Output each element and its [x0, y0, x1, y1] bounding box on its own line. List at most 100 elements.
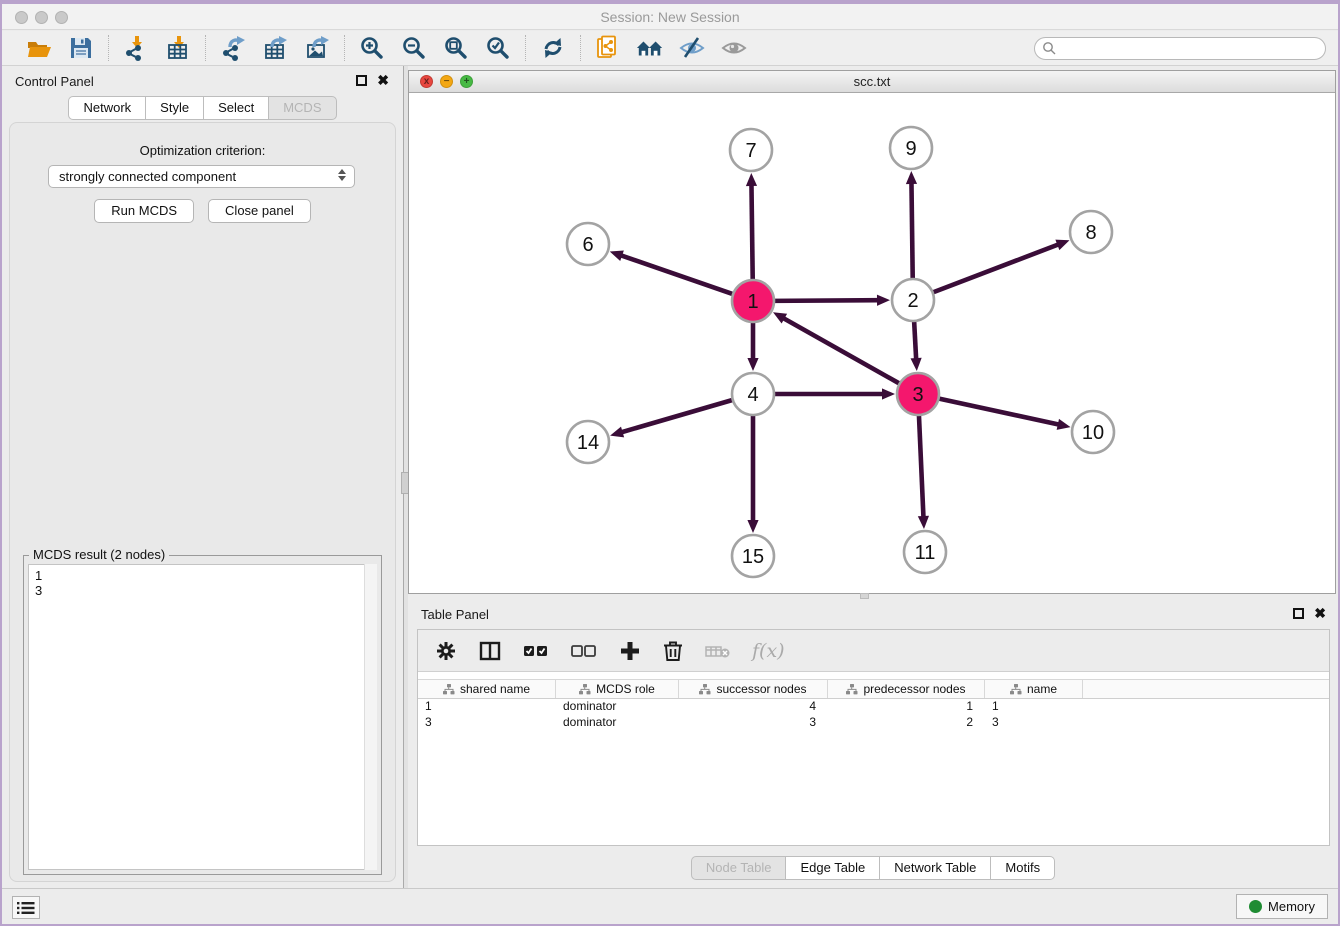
table-settings-button[interactable]: [434, 639, 458, 663]
close-panel-button[interactable]: Close panel: [208, 199, 311, 223]
zoom-fit-button[interactable]: [442, 34, 470, 62]
delete-table-icon: [704, 639, 732, 663]
control-panel-tabs: NetworkStyleSelectMCDS: [2, 96, 403, 120]
node-table-container: f(x) shared nameMCDS rolesuccessor nodes…: [417, 629, 1330, 846]
arrowhead-2-9: [906, 171, 917, 184]
node-label-6: 6: [582, 234, 593, 256]
task-history-button[interactable]: [12, 896, 40, 919]
export-image-button[interactable]: [303, 34, 331, 62]
float-panel-icon[interactable]: [356, 75, 367, 86]
cell-MCDS-role: dominator: [556, 699, 679, 715]
deselect-all-button[interactable]: [570, 639, 598, 663]
split-panel-button[interactable]: [478, 639, 502, 663]
arrowhead-2-8: [1055, 240, 1069, 250]
tab-network-table[interactable]: Network Table: [879, 856, 990, 880]
edge-3-10[interactable]: [939, 398, 1060, 424]
arrowhead-4-3: [882, 388, 895, 399]
hide-selected-button[interactable]: [678, 34, 706, 62]
close-panel-icon[interactable]: ✖: [377, 72, 389, 89]
first-neighbors-button[interactable]: [636, 34, 664, 62]
export-network-icon: [220, 35, 246, 61]
table-toolbar: f(x): [418, 630, 1329, 672]
refresh-button[interactable]: [539, 34, 567, 62]
criterion-dropdown[interactable]: strongly connected component: [48, 165, 355, 188]
close-table-panel-icon[interactable]: ✖: [1314, 605, 1326, 622]
tab-select[interactable]: Select: [203, 96, 268, 120]
main-toolbar: [2, 31, 1338, 66]
tab-node-table[interactable]: Node Table: [691, 856, 786, 880]
cell-name: 3: [985, 715, 1083, 731]
search-input[interactable]: [1057, 42, 1307, 56]
table-header-row: shared nameMCDS rolesuccessor nodes prede…: [418, 679, 1329, 699]
tab-edge-table[interactable]: Edge Table: [785, 856, 879, 880]
import-table-button[interactable]: [164, 34, 192, 62]
cell-successor-nodes: 3: [679, 715, 828, 731]
edge-3-1[interactable]: [783, 318, 900, 384]
table-panel: Table Panel ✖ f(x) shared nameMCDS roles…: [408, 599, 1338, 888]
zoom-selected-button[interactable]: [484, 34, 512, 62]
delete-row-button[interactable]: [662, 639, 684, 663]
network-view-title: scc.txt: [409, 74, 1335, 89]
float-table-panel-icon[interactable]: [1293, 608, 1304, 619]
table-row[interactable]: 1dominator411: [418, 699, 1329, 715]
tab-style[interactable]: Style: [145, 96, 203, 120]
column-header-predecessor-nodes[interactable]: predecessor nodes: [828, 680, 985, 698]
import-network-icon: [123, 35, 149, 61]
show-all-button[interactable]: [720, 34, 748, 62]
add-row-button[interactable]: [618, 639, 642, 663]
table-row[interactable]: 3dominator323: [418, 715, 1329, 731]
edge-1-6[interactable]: [620, 255, 733, 294]
function-icon: f(x): [752, 640, 785, 662]
window-title: Session: New Session: [2, 9, 1338, 25]
edge-2-3[interactable]: [914, 321, 916, 360]
search-box[interactable]: [1034, 37, 1326, 60]
zoom-in-button[interactable]: [358, 34, 386, 62]
arrowhead-4-14: [610, 427, 624, 438]
cell-name: 1: [985, 699, 1083, 715]
status-bar: Memory: [2, 888, 1338, 924]
column-header-MCDS-role[interactable]: MCDS role: [556, 680, 679, 698]
tab-network[interactable]: Network: [68, 96, 145, 120]
edge-4-14[interactable]: [621, 400, 733, 433]
import-table-icon: [165, 35, 191, 61]
title-bar: Session: New Session: [2, 4, 1338, 30]
mcds-result-text[interactable]: 1 3: [28, 564, 377, 870]
save-session-button[interactable]: [67, 34, 95, 62]
open-file-button[interactable]: [25, 34, 53, 62]
edge-2-8[interactable]: [933, 244, 1060, 292]
import-network-button[interactable]: [122, 34, 150, 62]
export-table-button[interactable]: [261, 34, 289, 62]
edge-2-9[interactable]: [911, 182, 912, 279]
edge-1-7[interactable]: [751, 184, 752, 280]
edge-3-11[interactable]: [919, 415, 924, 518]
network-from-selection-button[interactable]: [594, 34, 622, 62]
result-scrollbar[interactable]: [364, 564, 377, 870]
node-label-7: 7: [745, 140, 756, 162]
zoom-out-icon: [401, 35, 427, 61]
control-panel-header: Control Panel ✖: [2, 66, 403, 96]
cell-shared-name: 1: [418, 699, 556, 715]
column-header-successor-nodes[interactable]: successor nodes: [679, 680, 828, 698]
zoom-selected-icon: [485, 35, 511, 61]
node-label-15: 15: [742, 546, 764, 568]
column-header-shared-name[interactable]: shared name: [418, 680, 556, 698]
export-network-button[interactable]: [219, 34, 247, 62]
select-all-button[interactable]: [522, 639, 550, 663]
node-label-4: 4: [747, 384, 758, 406]
arrowhead-3-11: [918, 516, 929, 529]
arrowhead-1-6: [610, 250, 624, 261]
arrowhead-1-2: [877, 295, 890, 306]
memory-button[interactable]: Memory: [1236, 894, 1328, 919]
tab-motifs[interactable]: Motifs: [990, 856, 1055, 880]
edge-1-2[interactable]: [774, 300, 879, 301]
tab-mcds[interactable]: MCDS: [268, 96, 336, 120]
memory-status-icon: [1249, 900, 1262, 913]
arrowhead-3-10: [1057, 419, 1071, 430]
run-mcds-button[interactable]: Run MCDS: [94, 199, 194, 223]
table-panel-tabs: Node TableEdge TableNetwork TableMotifs: [408, 856, 1338, 880]
zoom-out-button[interactable]: [400, 34, 428, 62]
network-canvas[interactable]: 1234678910111415: [409, 93, 1335, 593]
column-header-name[interactable]: name: [985, 680, 1083, 698]
column-header-label: predecessor nodes: [863, 682, 965, 696]
column-header-label: name: [1027, 682, 1057, 696]
